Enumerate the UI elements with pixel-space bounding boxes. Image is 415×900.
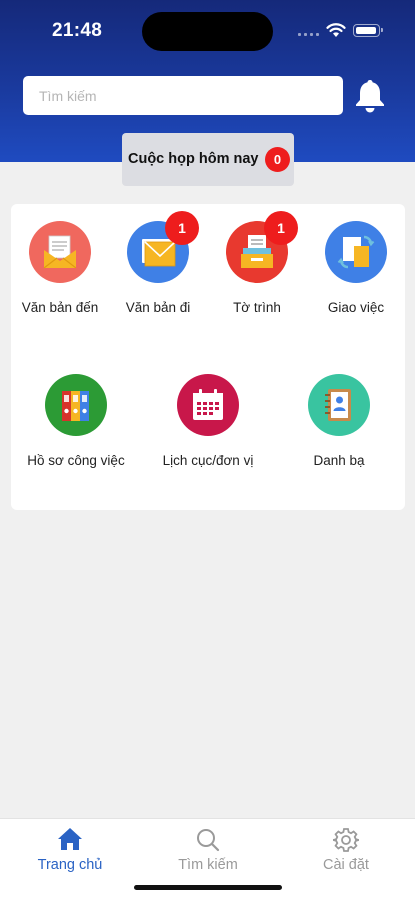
today-meetings-label: Cuộc họp hôm nay <box>128 151 259 167</box>
outgoing-count-badge: 1 <box>165 211 199 245</box>
tile-label: Danh bạ <box>313 453 365 468</box>
outgoing-mail-icon: 1 <box>127 211 199 283</box>
inbox-envelope-icon <box>29 221 91 283</box>
status-bar: 21:48 <box>0 0 415 64</box>
notification-bell-icon[interactable] <box>353 77 387 113</box>
function-grid: Văn bản đến 1 Văn bản đi 1 Tờ trình Giao… <box>11 204 405 510</box>
tile-contacts[interactable]: Danh bạ <box>284 374 394 468</box>
tile-label: Lịch cục/đơn vị <box>162 453 254 468</box>
cellular-signal-icon <box>298 28 320 36</box>
tile-label: Văn bản đến <box>21 300 99 315</box>
calendar-icon <box>177 374 239 436</box>
tile-task-assignment[interactable]: Giao việc <box>301 221 411 315</box>
tile-label: Tờ trình <box>233 300 281 315</box>
tile-outgoing-documents[interactable]: 1 Văn bản đi <box>103 211 213 315</box>
home-icon <box>58 828 82 850</box>
tab-label: Trang chủ <box>37 857 103 873</box>
wifi-icon <box>326 23 346 37</box>
tab-label: Cài đặt <box>323 857 369 873</box>
tile-unit-calendar[interactable]: Lịch cục/đơn vị <box>153 374 263 468</box>
tile-label: Văn bản đi <box>125 300 191 315</box>
tile-label: Hồ sơ công việc <box>27 453 125 468</box>
home-indicator <box>134 885 282 890</box>
tile-label: Giao việc <box>327 300 385 315</box>
tab-settings[interactable]: Cài đặt <box>286 819 406 873</box>
battery-icon <box>353 24 383 37</box>
gear-icon <box>333 828 359 852</box>
submission-tray-icon: 1 <box>226 211 298 283</box>
tile-work-records[interactable]: Hồ sơ công việc <box>21 374 131 468</box>
tab-search[interactable]: Tìm kiếm <box>148 819 268 873</box>
search-input[interactable] <box>23 76 343 115</box>
tile-incoming-documents[interactable]: Văn bản đến <box>5 221 115 315</box>
search-icon <box>197 829 220 852</box>
submission-count-badge: 1 <box>264 211 298 245</box>
dynamic-island <box>142 12 273 51</box>
contact-book-icon <box>308 374 370 436</box>
tab-home[interactable]: Trang chủ <box>10 819 130 873</box>
meeting-count-badge: 0 <box>265 147 290 172</box>
tile-submissions[interactable]: 1 Tờ trình <box>202 211 312 315</box>
task-assign-icon <box>325 221 387 283</box>
tab-label: Tìm kiếm <box>178 857 238 873</box>
binders-icon <box>45 374 107 436</box>
status-time: 21:48 <box>52 20 103 41</box>
